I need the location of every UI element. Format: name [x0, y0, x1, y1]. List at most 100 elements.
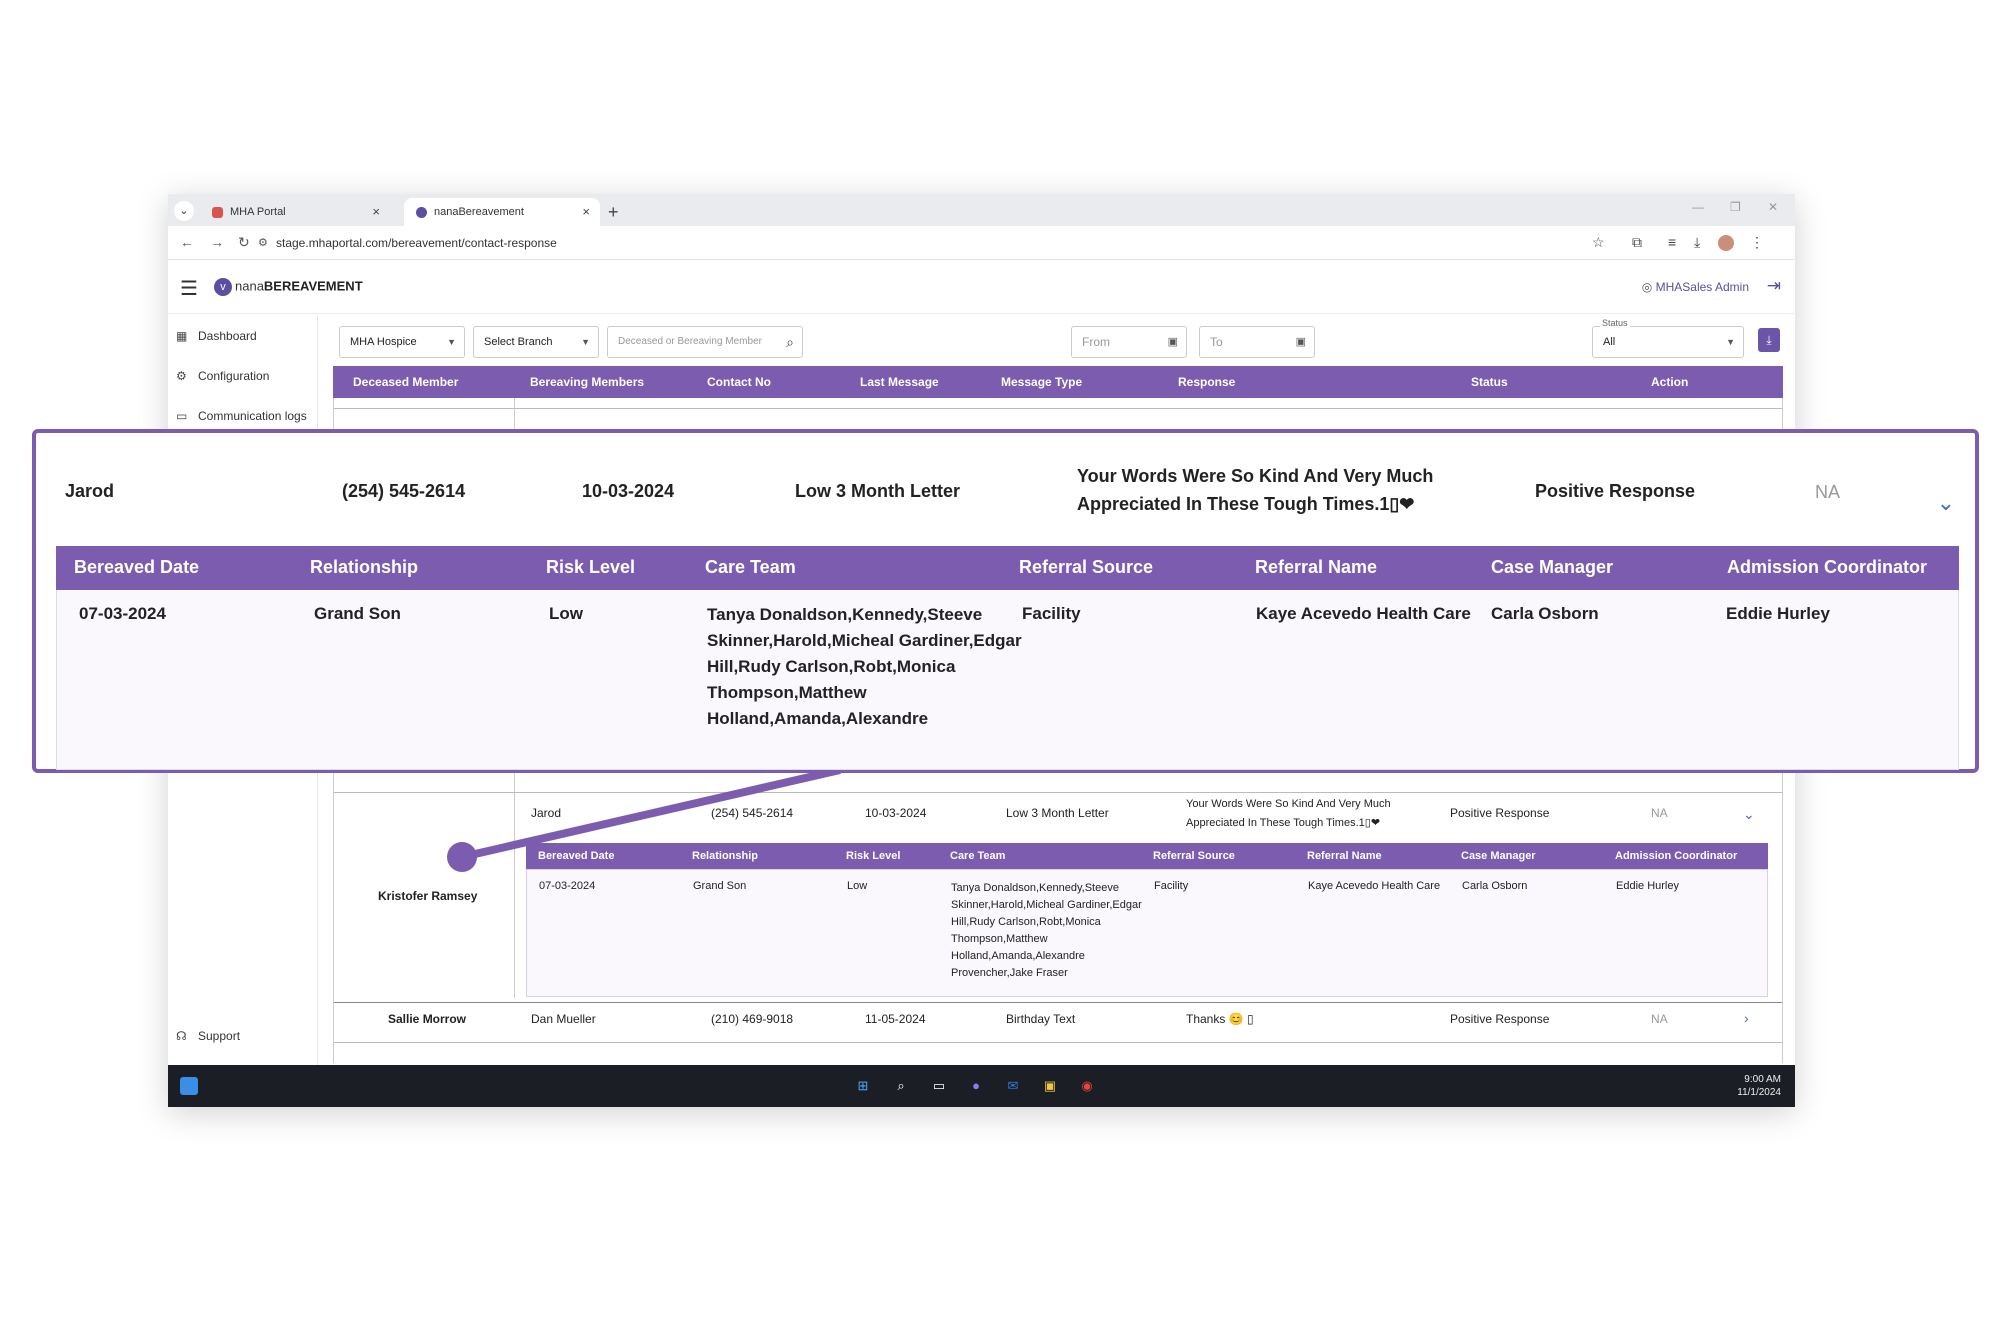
teams-icon[interactable]: ●: [965, 1076, 987, 1096]
col-risk-level: Risk Level: [546, 557, 636, 577]
response-line: Thanks 😊 ▯: [1186, 1012, 1254, 1026]
calendar-icon[interactable]: ▣: [1168, 327, 1178, 357]
callout-contact-no: (254) 545-2614: [342, 481, 466, 501]
care-team-line: Thompson,Matthew: [707, 683, 867, 702]
expand-chevron-icon[interactable]: ›: [1744, 1010, 1749, 1026]
admission-coordinator: Eddie Hurley: [1726, 604, 1830, 623]
callout-detail-body: 07-03-2024 Grand Son Low Tanya Donaldson…: [56, 590, 1959, 770]
search-icon[interactable]: ⌕: [890, 1076, 912, 1096]
status-text: Positive Response: [1450, 1012, 1550, 1026]
user-menu[interactable]: ◎ MHASales Admin: [1642, 280, 1749, 294]
profile-avatar[interactable]: [1718, 235, 1734, 251]
callout-message-type: Low 3 Month Letter: [795, 481, 960, 501]
chevron-down-icon: ▼: [447, 337, 456, 347]
chat-icon: ▭: [176, 409, 188, 423]
task-view-icon[interactable]: ▭: [928, 1076, 950, 1096]
callout-action: NA: [1815, 482, 1841, 502]
col-bereaving-members[interactable]: Bereaving Members: [530, 375, 644, 389]
to-date-field[interactable]: To ▣: [1199, 326, 1315, 358]
callout-bereaving-member: Jarod: [65, 481, 115, 501]
row-divider: [334, 792, 1782, 793]
new-tab-button[interactable]: +: [608, 198, 619, 226]
close-window-icon[interactable]: ✕: [1768, 200, 1778, 214]
media-icon[interactable]: ≡: [1668, 234, 1676, 250]
nana-favicon-icon: [416, 207, 427, 218]
branch-select[interactable]: Select Branch ▼: [473, 326, 599, 358]
chrome-icon[interactable]: ◉: [1076, 1076, 1098, 1096]
sidebar-item-dashboard[interactable]: ▦ Dashboard: [176, 329, 257, 343]
widgets-icon[interactable]: [180, 1077, 198, 1095]
sidebar-item-configuration[interactable]: ⚙ Configuration: [176, 369, 269, 383]
back-icon[interactable]: ←: [180, 234, 194, 250]
system-clock[interactable]: 9:00 AM 11/1/2024: [1737, 1073, 1781, 1099]
col-message-type[interactable]: Message Type: [1001, 375, 1082, 389]
store-icon[interactable]: ▣: [1039, 1076, 1061, 1096]
col-action[interactable]: Action: [1651, 375, 1688, 389]
hamburger-menu-icon[interactable]: ☰: [180, 276, 198, 301]
user-name: MHASales Admin: [1655, 280, 1749, 294]
col-admission-coordinator: Admission Coordinator: [1727, 557, 1928, 577]
col-referral-name: Referral Name: [1255, 557, 1378, 577]
referral-name: Kaye Acevedo Health Care: [1256, 604, 1471, 623]
care-team-line: Hill,Rudy Carlson,Robt,Monica: [951, 916, 1101, 928]
chevron-down-icon: ▼: [581, 337, 590, 347]
col-referral-name: Referral Name: [1307, 850, 1382, 862]
referral-source: Facility: [1154, 880, 1189, 892]
outlook-icon[interactable]: ✉: [1002, 1076, 1024, 1096]
app-logo[interactable]: v nanaBEREAVEMENT: [214, 278, 363, 296]
search-icon[interactable]: ⌕: [786, 327, 794, 357]
callout-collapse-chevron-icon[interactable]: ⌄: [1937, 490, 1955, 516]
calendar-icon[interactable]: ▣: [1296, 327, 1306, 357]
tab-mha-portal[interactable]: MHA Portal ×: [200, 198, 390, 226]
case-manager: Carla Osborn: [1491, 604, 1599, 623]
gear-icon: ⚙: [176, 369, 187, 383]
hospice-select[interactable]: MHA Hospice ▼: [339, 326, 465, 358]
col-response[interactable]: Response: [1178, 375, 1235, 389]
tab-title: MHA Portal: [230, 206, 286, 218]
tab-search-icon[interactable]: ⌄: [174, 201, 194, 221]
download-icon[interactable]: ⤓: [1694, 234, 1700, 251]
collapse-chevron-icon[interactable]: ⌄: [1743, 806, 1755, 823]
windows-start-icon[interactable]: ⊞: [852, 1076, 874, 1096]
sidebar-item-label: Configuration: [198, 369, 270, 383]
reload-icon[interactable]: ↻: [238, 234, 250, 251]
clock-time: 9:00 AM: [1744, 1074, 1781, 1085]
action-text: NA: [1651, 806, 1668, 820]
row-divider: [334, 1042, 1782, 1043]
col-last-message[interactable]: Last Message: [860, 375, 939, 389]
from-date-field[interactable]: From ▣: [1071, 326, 1187, 358]
col-status[interactable]: Status: [1471, 375, 1508, 389]
care-team-line: Hill,Rudy Carlson,Robt,Monica: [707, 657, 956, 676]
download-report-button[interactable]: ⤓: [1758, 328, 1780, 352]
col-relationship: Relationship: [692, 850, 759, 862]
case-manager: Carla Osborn: [1462, 880, 1528, 892]
bereaved-date: 07-03-2024: [79, 604, 166, 623]
address-bar: ← → ↻ ⚙ stage.mhaportal.com/bereavement/…: [168, 226, 1795, 260]
care-team: Tanya Donaldson,Kennedy,Steeve Skinner,H…: [707, 602, 1022, 732]
bookmark-star-icon[interactable]: ☆: [1592, 234, 1605, 251]
status-select[interactable]: All ▼: [1592, 326, 1744, 358]
close-tab-icon[interactable]: ×: [582, 198, 590, 226]
url-field[interactable]: stage.mhaportal.com/bereavement/contact-…: [276, 236, 557, 250]
search-input[interactable]: Deceased or Bereaving Member ⌕: [607, 326, 803, 358]
forward-icon[interactable]: →: [210, 234, 224, 250]
logout-icon[interactable]: ⇥: [1767, 276, 1781, 296]
col-contact-no[interactable]: Contact No: [707, 375, 771, 389]
site-info-icon[interactable]: ⚙: [258, 236, 268, 249]
minimize-icon[interactable]: —: [1692, 200, 1704, 214]
restore-icon[interactable]: ❐: [1730, 200, 1741, 214]
sidebar-item-support[interactable]: ☊ Support: [176, 1029, 240, 1043]
status-text: Positive Response: [1450, 806, 1550, 820]
sidebar-item-label: Communication logs: [198, 409, 307, 423]
browser-menu-icon[interactable]: ⋮: [1750, 234, 1764, 251]
care-team: Tanya Donaldson,Kennedy,Steeve Skinner,H…: [951, 880, 1142, 982]
col-deceased-member[interactable]: Deceased Member: [353, 375, 458, 389]
care-team-line: Skinner,Harold,Micheal Gardiner,Edgar: [951, 899, 1142, 911]
extensions-icon[interactable]: ⧉: [1632, 234, 1642, 251]
bereaved-date: 07-03-2024: [539, 880, 596, 892]
sidebar-item-communication-logs[interactable]: ▭ Communication logs: [176, 409, 307, 423]
tab-nana-bereavement[interactable]: nanaBereavement ×: [404, 198, 600, 226]
app-header: ☰ v nanaBEREAVEMENT ◎ MHASales Admin ⇥: [168, 260, 1795, 314]
dashboard-icon: ▦: [176, 329, 188, 343]
close-tab-icon[interactable]: ×: [372, 198, 380, 226]
